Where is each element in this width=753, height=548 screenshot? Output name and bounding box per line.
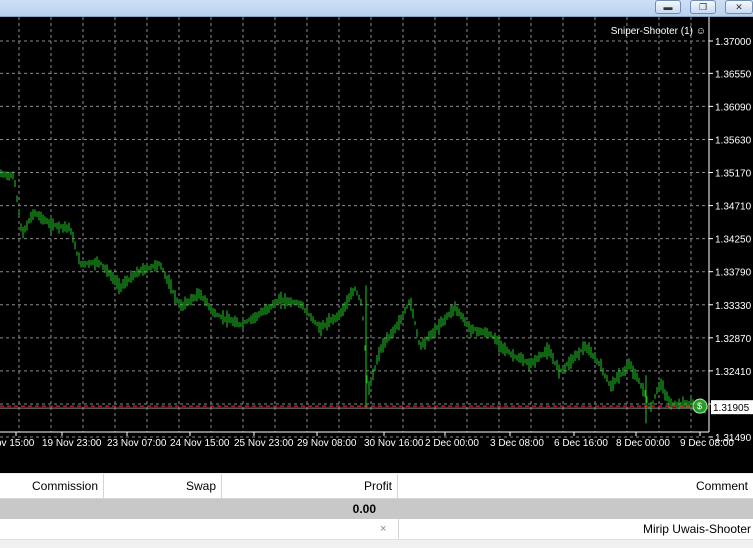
expert-advisor-label[interactable]: Sniper-Shooter (1) ☺ [611, 26, 706, 37]
time-tick-label: 24 Nov 15:00 [170, 438, 230, 449]
time-tick-label: 2 Dec 00:00 [425, 438, 479, 449]
time-tick-label: 3 Dec 08:00 [490, 438, 544, 449]
price-tick-label: 1.34250 [715, 235, 752, 246]
time-tick-label: 30 Nov 16:00 [364, 438, 424, 449]
time-tick-label: 23 Nov 07:00 [107, 438, 167, 449]
time-tick-label: 25 Nov 23:00 [234, 438, 294, 449]
time-tick-label: 29 Nov 08:00 [297, 438, 357, 449]
price-tick-label: 1.37000 [715, 37, 752, 48]
terminal-top-strip [0, 460, 753, 473]
close-order-icon[interactable]: × [380, 519, 398, 539]
column-profit[interactable]: Profit [222, 474, 398, 498]
current-price-label: 1.31905 [713, 403, 750, 414]
minimize-button[interactable]: ▬ [655, 0, 681, 14]
chart-canvas[interactable]: 1.37000 1.36550 1.36090 1.35630 1.35170 1.347… [0, 17, 753, 460]
price-tick-label: 1.34710 [715, 202, 752, 213]
time-tick-label: 9 Dec 08:00 [680, 438, 734, 449]
column-comment[interactable]: Comment [398, 474, 753, 498]
terminal-panel: Commission Swap Profit Comment 0.00 × Mi… [0, 460, 753, 548]
price-tick-label: 1.33330 [715, 301, 752, 312]
minimize-icon: ▬ [663, 2, 673, 12]
price-chart[interactable]: 1.37000 1.36550 1.36090 1.35630 1.35170 1.347… [0, 17, 753, 460]
price-tick-label: 1.33790 [715, 268, 752, 279]
price-tick-label: 1.35170 [715, 169, 752, 180]
restore-button[interactable]: ❐ [690, 0, 716, 14]
column-separator [398, 519, 399, 539]
order-comment: Mirip Uwais-Shooter [642, 522, 751, 536]
window-title-bar: ▬ ❐ ✕ [0, 0, 753, 17]
close-button[interactable]: ✕ [725, 0, 753, 14]
price-tick-label: 1.36090 [715, 102, 752, 113]
terminal-column-header: Commission Swap Profit Comment [0, 474, 753, 499]
column-swap[interactable]: Swap [104, 474, 222, 498]
close-icon: ✕ [735, 1, 743, 12]
time-tick-label: 6 Dec 16:00 [554, 438, 608, 449]
price-tick-label: 1.36550 [715, 69, 752, 80]
time-tick-label: ov 15:00 [0, 438, 35, 449]
restore-icon: ❐ [698, 1, 708, 12]
price-tick-label: 1.32870 [715, 334, 752, 345]
terminal-total-row: 0.00 [0, 499, 753, 519]
time-tick-label: 8 Dec 00:00 [616, 438, 670, 449]
total-profit-value: 0.00 [352, 502, 376, 516]
expert-marker-glyph: $ [697, 401, 702, 411]
price-tick-label: 1.32410 [715, 367, 752, 378]
order-row[interactable]: × Mirip Uwais-Shooter [0, 519, 753, 540]
chart-background [0, 17, 753, 460]
time-tick-label: 19 Nov 23:00 [42, 438, 102, 449]
price-tick-label: 1.35630 [715, 135, 752, 146]
column-commission[interactable]: Commission [0, 474, 104, 498]
